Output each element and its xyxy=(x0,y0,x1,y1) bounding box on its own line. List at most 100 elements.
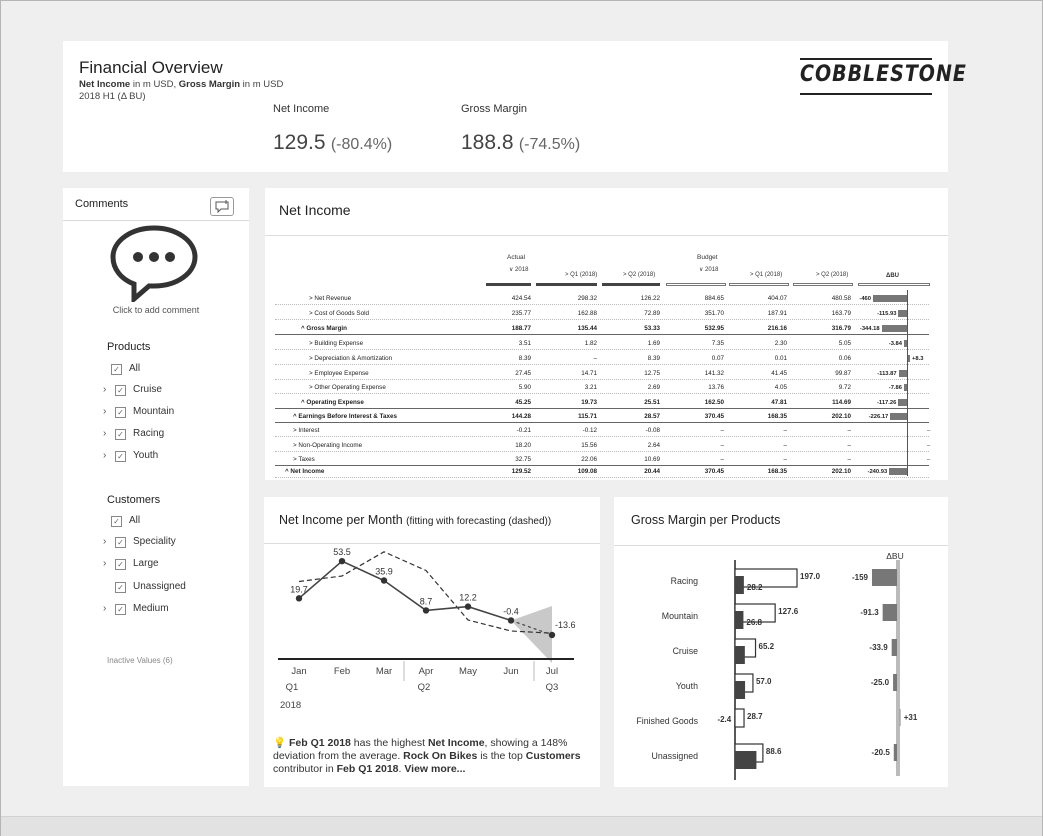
data-point xyxy=(464,603,472,610)
chevron-right-icon[interactable]: › xyxy=(103,427,115,440)
checkbox-icon[interactable]: ✓ xyxy=(115,385,126,396)
kpi-net-income-number: 129.5 xyxy=(273,131,326,154)
table-cell: -0.08 xyxy=(645,427,660,434)
filter-label: Youth xyxy=(133,450,159,461)
filter-products-youth[interactable]: › ✓ Youth xyxy=(103,449,158,463)
col-actual-q1[interactable]: > Q1 (2018) xyxy=(565,272,597,278)
delta-bu-label: -113.87 xyxy=(877,371,897,377)
filter-customers-unassigned[interactable]: ✓ Unassigned xyxy=(115,580,186,594)
table-row-label[interactable]: ^ Gross Margin xyxy=(301,325,347,332)
table-cell: 109.08 xyxy=(577,468,597,475)
table-row-label[interactable]: > Other Operating Expense xyxy=(309,384,386,391)
brand-logo: COBBLESTONE xyxy=(800,57,966,97)
table-row-label[interactable]: ^ Net Income xyxy=(285,468,324,475)
insight-text: has the highest xyxy=(350,737,428,749)
table-cell: – xyxy=(720,427,724,434)
chevron-right-icon[interactable]: › xyxy=(103,602,115,615)
checkbox-icon[interactable]: ✓ xyxy=(111,516,122,527)
delta-bu-axis xyxy=(907,290,908,476)
add-comment-button[interactable] xyxy=(210,197,234,216)
x-tick-label: Feb xyxy=(334,666,350,677)
view-more-link[interactable]: View more... xyxy=(404,763,465,775)
table-cell: 126.22 xyxy=(640,295,660,302)
checkbox-icon[interactable]: ✓ xyxy=(115,559,126,570)
kpi-gross-margin-number: 188.8 xyxy=(461,131,514,154)
net-income-month-title: Net Income per Month (fitting with forec… xyxy=(279,513,551,527)
checkbox-icon[interactable]: ✓ xyxy=(115,582,126,593)
table-row-label[interactable]: ^ Earnings Before Interest & Taxes xyxy=(293,413,397,420)
delta-bu-label: -159 xyxy=(852,573,869,582)
chevron-right-icon[interactable]: › xyxy=(103,383,115,396)
checkbox-icon[interactable]: ✓ xyxy=(115,604,126,615)
col-actual-2018[interactable]: ∨ 2018 xyxy=(509,266,528,273)
chevron-right-icon[interactable]: › xyxy=(103,535,115,548)
category-label: Unassigned xyxy=(652,751,699,761)
table-cell: – xyxy=(783,456,787,463)
checkbox-icon[interactable]: ✓ xyxy=(115,451,126,462)
add-comment-icon xyxy=(215,200,229,214)
col-actual-q2[interactable]: > Q2 (2018) xyxy=(623,272,655,278)
filter-products-all[interactable]: ✓ All xyxy=(111,362,140,376)
table-row-label[interactable]: > Cost of Goods Sold xyxy=(309,310,369,317)
filter-customers-speciality[interactable]: › ✓ Speciality xyxy=(103,535,176,549)
gross-margin-products-title: Gross Margin per Products xyxy=(631,513,781,527)
col-budget-q1[interactable]: > Q1 (2018) xyxy=(750,272,782,278)
actual-bar xyxy=(735,611,744,629)
filter-products-mountain[interactable]: › ✓ Mountain xyxy=(103,405,174,419)
x-tick-label: May xyxy=(459,666,477,677)
col-budget-2018[interactable]: ∨ 2018 xyxy=(699,266,718,273)
chevron-right-icon[interactable]: › xyxy=(103,405,115,418)
add-comment-hint[interactable]: Click to add comment xyxy=(63,305,249,315)
delta-bu-bar xyxy=(889,468,907,475)
checkbox-icon[interactable]: ✓ xyxy=(111,364,122,375)
chevron-right-icon[interactable]: › xyxy=(103,449,115,462)
status-bar xyxy=(1,816,1042,836)
quarter-label: Q2 xyxy=(418,682,431,693)
table-cell: 72.89 xyxy=(644,310,660,317)
filter-customers-large[interactable]: › ✓ Large xyxy=(103,557,159,571)
filter-customers-all[interactable]: ✓ All xyxy=(111,514,140,528)
x-tick-label: Mar xyxy=(376,666,392,677)
inactive-values-link[interactable]: Inactive Values (6) xyxy=(107,656,173,665)
table-row-label[interactable]: > Building Expense xyxy=(309,340,363,347)
checkbox-icon[interactable]: ✓ xyxy=(115,537,126,548)
table-cell: 298.32 xyxy=(577,295,597,302)
table-cell: 168.35 xyxy=(767,468,787,475)
data-point xyxy=(338,557,346,565)
delta-bu-label: -7.86 xyxy=(888,385,902,391)
table-row-label[interactable]: > Depreciation & Amortization xyxy=(309,355,392,362)
table-cell: – xyxy=(847,427,851,434)
table-cell: 162.50 xyxy=(704,399,724,406)
table-row-label[interactable]: > Non-Operating Income xyxy=(293,442,362,449)
subtitle-unit-b: in m USD xyxy=(240,79,284,90)
table-row-label[interactable]: > Employee Expense xyxy=(309,370,369,377)
table-row-label[interactable]: > Interest xyxy=(293,427,319,434)
delta-bu-bar xyxy=(891,639,897,656)
checkbox-icon[interactable]: ✓ xyxy=(115,407,126,418)
category-label: Cruise xyxy=(673,646,699,656)
table-cell: 8.39 xyxy=(647,355,660,362)
col-budget-q2[interactable]: > Q2 (2018) xyxy=(816,272,848,278)
table-row-label[interactable]: > Net Revenue xyxy=(309,295,351,302)
table-cell: 12.75 xyxy=(644,370,660,377)
data-label: -0.4 xyxy=(503,606,519,616)
budget-label: 28.7 xyxy=(747,712,763,721)
table-cell: 15.56 xyxy=(581,442,597,449)
checkbox-icon[interactable]: ✓ xyxy=(115,429,126,440)
table-row-label[interactable]: > Taxes xyxy=(293,456,315,463)
row-divider xyxy=(275,319,929,320)
net-income-month-title-suffix: (fitting with forecasting (dashed)) xyxy=(406,516,552,527)
comment-bubble-icon[interactable] xyxy=(109,224,199,302)
page-subtitle: Net Income in m USD, Gross Margin in m U… xyxy=(79,79,283,103)
table-cell: 162.88 xyxy=(577,310,597,317)
filter-products-cruise[interactable]: › ✓ Cruise xyxy=(103,383,162,397)
actual-bar xyxy=(735,576,744,594)
table-row-label[interactable]: ^ Operating Expense xyxy=(301,399,364,406)
filter-customers-medium[interactable]: › ✓ Medium xyxy=(103,602,169,616)
filter-label: Racing xyxy=(133,428,165,439)
chevron-right-icon[interactable]: › xyxy=(103,557,115,570)
filter-products-racing[interactable]: › ✓ Racing xyxy=(103,427,164,441)
data-label: 35.9 xyxy=(375,567,393,577)
table-cell: 235.77 xyxy=(511,310,531,317)
table-cell: 14.71 xyxy=(581,370,597,377)
